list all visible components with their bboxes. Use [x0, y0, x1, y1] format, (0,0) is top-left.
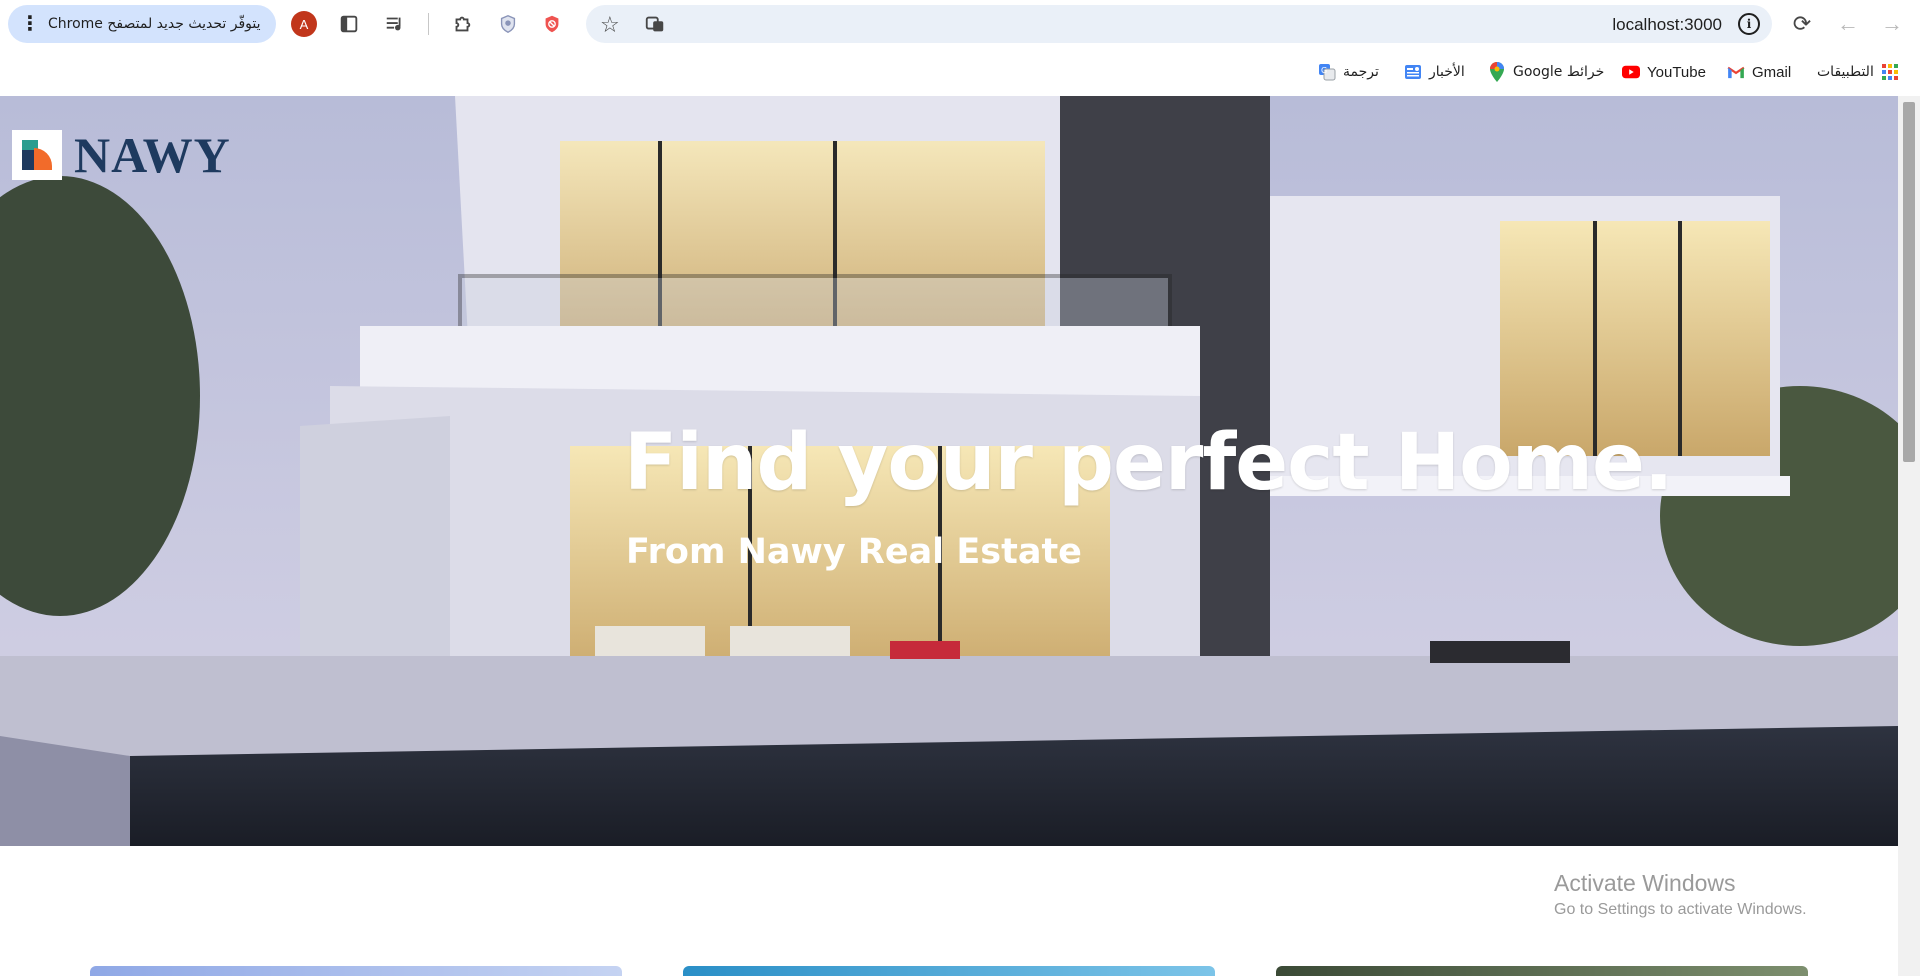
- watermark-subtitle: Go to Settings to activate Windows.: [1554, 901, 1807, 918]
- bookmark-youtube[interactable]: YouTube: [1622, 60, 1706, 84]
- svg-text:G: G: [1321, 66, 1327, 75]
- scrollbar-thumb[interactable]: [1903, 102, 1915, 462]
- youtube-icon: [1622, 63, 1640, 81]
- bookmark-label: ترجمة: [1343, 64, 1379, 80]
- bookmark-label: Gmail: [1752, 63, 1792, 81]
- bookmark-news[interactable]: الأخبار: [1404, 60, 1465, 84]
- bookmark-label: الأخبار: [1429, 64, 1465, 80]
- bookmark-label: YouTube: [1647, 63, 1706, 81]
- apps-grid-icon: [1881, 63, 1899, 81]
- nawy-logo-icon: [12, 130, 62, 180]
- page-viewport: NAWY Find your perfect Home. From Nawy R…: [0, 96, 1920, 976]
- reload-icon[interactable]: ⟳: [1788, 10, 1816, 38]
- address-bar[interactable]: ☆ localhost:3000 i: [586, 5, 1772, 43]
- site-info-icon[interactable]: i: [1738, 13, 1760, 35]
- bookmark-label: التطبيقات: [1817, 64, 1874, 80]
- url-text: localhost:3000: [1612, 15, 1722, 34]
- browser-toolbar: ⋮ يتوفّر تحديث جديد لمتصفح Chrome A ☆ lo…: [0, 0, 1920, 48]
- bookmark-star-icon[interactable]: ☆: [600, 12, 620, 38]
- watermark-title: Activate Windows: [1554, 870, 1736, 896]
- bookmark-translate[interactable]: G ترجمة: [1318, 60, 1379, 84]
- bookmark-gmail[interactable]: Gmail: [1727, 60, 1791, 84]
- chrome-update-chip[interactable]: ⋮ يتوفّر تحديث جديد لمتصفح Chrome: [8, 5, 276, 43]
- privacy-extension-icon[interactable]: [494, 10, 522, 38]
- hero-banner: NAWY Find your perfect Home. From Nawy R…: [0, 96, 1898, 846]
- back-arrow-icon[interactable]: ←: [1834, 10, 1862, 38]
- site-logo[interactable]: NAWY: [12, 126, 231, 184]
- property-card[interactable]: [90, 966, 622, 976]
- extensions-icon[interactable]: [448, 10, 476, 38]
- page-scrollbar[interactable]: [1898, 96, 1920, 976]
- side-panel-icon[interactable]: [335, 10, 363, 38]
- news-icon: [1404, 63, 1422, 81]
- bookmarks-bar: التطبيقات Gmail YouTube خرائط Google الأ…: [0, 48, 1920, 96]
- more-menu-icon[interactable]: ⋮: [20, 14, 40, 34]
- logo-text: NAWY: [74, 127, 231, 183]
- translate-icon: G: [1318, 63, 1336, 81]
- profile-avatar[interactable]: A: [291, 11, 317, 37]
- forward-arrow-icon[interactable]: →: [1878, 10, 1906, 38]
- hero-title: Find your perfect Home.: [624, 418, 1674, 508]
- property-card[interactable]: [1276, 966, 1808, 976]
- toolbar-divider: [428, 13, 429, 35]
- maps-icon: [1488, 62, 1506, 82]
- hero-subtitle: From Nawy Real Estate: [626, 532, 1082, 572]
- cast-translate-icon[interactable]: [644, 13, 666, 35]
- gmail-icon: [1727, 63, 1745, 81]
- property-card[interactable]: [683, 966, 1215, 976]
- media-controls-icon[interactable]: [381, 10, 409, 38]
- adblock-extension-icon[interactable]: [538, 10, 566, 38]
- bookmark-label: خرائط Google: [1513, 64, 1605, 80]
- bookmark-maps[interactable]: خرائط Google: [1488, 60, 1604, 84]
- update-chip-label: يتوفّر تحديث جديد لمتصفح Chrome: [48, 16, 261, 32]
- windows-activation-watermark: Activate Windows Go to Settings to activ…: [1554, 870, 1807, 919]
- bookmark-apps[interactable]: التطبيقات: [1817, 60, 1899, 84]
